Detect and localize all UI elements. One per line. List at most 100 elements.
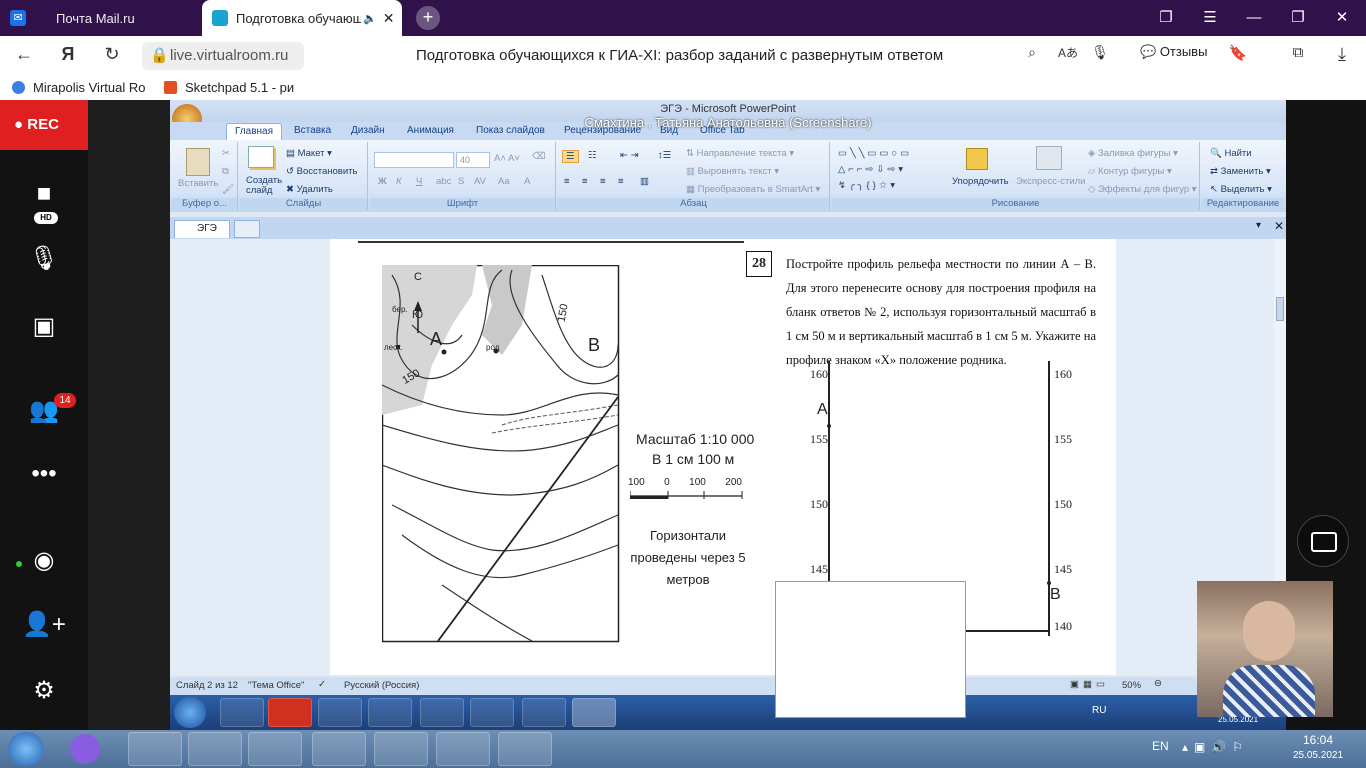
yandex-icon[interactable]: Я bbox=[56, 44, 80, 65]
font-size-combo[interactable]: 40 bbox=[456, 152, 490, 168]
underline-icon[interactable]: Ч bbox=[416, 176, 422, 187]
shape-outline-button[interactable]: ▱ Контур фигуры ▾ bbox=[1088, 166, 1172, 177]
shadow-icon[interactable]: S bbox=[458, 176, 464, 187]
columns-icon[interactable]: ▥ bbox=[640, 176, 649, 187]
word-icon[interactable] bbox=[522, 698, 566, 727]
italic-icon[interactable]: К bbox=[396, 176, 402, 187]
case-icon[interactable]: Aa bbox=[498, 176, 510, 187]
keyboard-language[interactable]: EN bbox=[1152, 739, 1169, 753]
minimize-button[interactable]: — bbox=[1232, 0, 1276, 36]
bookmark-sketchpad[interactable]: Sketchpad 5.1 - ри bbox=[164, 80, 294, 95]
cut-icon[interactable]: ✂ bbox=[222, 148, 230, 159]
spacing-icon[interactable]: AV bbox=[474, 176, 486, 187]
translate-icon[interactable]: ⌕ bbox=[1020, 44, 1044, 61]
reviews-button[interactable]: 💬 Отзывы bbox=[1140, 44, 1207, 60]
yandex-browser-icon[interactable] bbox=[312, 732, 366, 766]
bold-icon[interactable]: Ж bbox=[378, 176, 387, 187]
reload-icon[interactable]: ↻ bbox=[100, 44, 124, 65]
clear-format-icon[interactable]: ⌫ bbox=[532, 151, 545, 162]
font-name-combo[interactable] bbox=[374, 152, 454, 168]
firefox-icon[interactable] bbox=[420, 698, 464, 727]
ie-icon[interactable] bbox=[128, 732, 182, 766]
copy-icon[interactable]: ⧉ bbox=[222, 166, 229, 177]
font-color-icon[interactable]: A bbox=[524, 176, 530, 187]
start-button[interactable] bbox=[8, 732, 44, 766]
strike-icon[interactable]: abc bbox=[436, 176, 451, 187]
align-left-icon[interactable]: ≡ bbox=[564, 176, 570, 187]
more-icon[interactable]: ••• bbox=[22, 460, 66, 500]
new-doc-tab-button[interactable] bbox=[234, 220, 260, 238]
media-player-icon[interactable] bbox=[188, 732, 242, 766]
tab-mail[interactable]: ✉ Почта Mail.ru bbox=[0, 0, 200, 36]
settings-icon[interactable]: ⚙ bbox=[22, 676, 66, 716]
alice-icon[interactable] bbox=[70, 734, 100, 764]
shapes-gallery-row3[interactable]: ↯╭╮{}☆▾ bbox=[838, 180, 898, 191]
grow-font-icon[interactable]: A˄ A˅ bbox=[494, 153, 520, 164]
download-icon[interactable]: ⤓ bbox=[1330, 44, 1354, 65]
captions-button[interactable] bbox=[1297, 515, 1349, 567]
close-window-button[interactable]: ✕ bbox=[1320, 0, 1364, 36]
word-icon[interactable] bbox=[498, 732, 552, 766]
yandex-icon[interactable] bbox=[436, 732, 490, 766]
delete-slide-button[interactable]: ✖ Удалить bbox=[286, 184, 333, 195]
invite-icon[interactable]: 👤+ bbox=[22, 610, 66, 650]
align-right-icon[interactable]: ≡ bbox=[600, 176, 606, 187]
reset-button[interactable]: ↺ Восстановить bbox=[286, 166, 357, 177]
microphone-icon[interactable]: 🎙 bbox=[22, 244, 66, 284]
shapes-gallery-row2[interactable]: △⌐⌐⇨⇩⇨▾ bbox=[838, 164, 906, 175]
tab-list-icon[interactable]: ▾ bbox=[1256, 220, 1261, 231]
chrome-icon[interactable] bbox=[470, 698, 514, 727]
smartart-button[interactable]: ▦ Преобразовать в SmartArt ▾ bbox=[686, 184, 820, 195]
layout-button[interactable]: ▤ Макет ▾ bbox=[286, 148, 332, 159]
tray-icons[interactable]: ▴▣🔊⚐ bbox=[1182, 740, 1249, 754]
align-center-icon[interactable]: ≡ bbox=[582, 176, 588, 187]
speaker-icon[interactable]: 🔈 bbox=[363, 12, 377, 25]
record-icon[interactable]: ◉ bbox=[22, 546, 66, 586]
justify-icon[interactable]: ≡ bbox=[618, 176, 624, 187]
numbering-icon[interactable]: ☷ bbox=[588, 150, 597, 161]
explorer-icon[interactable] bbox=[318, 698, 362, 727]
extensions-icon[interactable]: ⧉ bbox=[1286, 44, 1310, 61]
select-button[interactable]: ↖ Выделить ▾ bbox=[1210, 184, 1272, 195]
close-tab-icon[interactable]: ✕ bbox=[383, 10, 395, 27]
back-icon[interactable]: ← bbox=[12, 44, 36, 65]
tab-virtualroom[interactable]: Подготовка обучающ 🔈 ✕ bbox=[202, 0, 402, 36]
menu-icon[interactable]: ☰ bbox=[1188, 0, 1232, 36]
scroll-thumb[interactable] bbox=[1276, 297, 1284, 321]
microphone-icon[interactable]: 🎙 bbox=[1088, 44, 1112, 61]
close-tabs-icon[interactable]: ✕ bbox=[1274, 219, 1284, 233]
media-player-icon[interactable] bbox=[368, 698, 412, 727]
find-button[interactable]: 🔍 Найти bbox=[1210, 148, 1252, 159]
new-slide-button[interactable]: Создать слайд bbox=[246, 176, 282, 196]
line-spacing-icon[interactable]: ↕☰ bbox=[658, 150, 671, 161]
powerpoint-icon[interactable] bbox=[572, 698, 616, 727]
new-tab-button[interactable]: + bbox=[416, 6, 440, 30]
explorer-icon[interactable] bbox=[248, 732, 302, 766]
shape-effects-button[interactable]: ◇ Эффекты для фигур ▾ bbox=[1088, 184, 1197, 195]
arrange-button[interactable]: Упорядочить bbox=[952, 176, 1009, 187]
url-field[interactable]: 🔒 live.virtualroom.ru bbox=[142, 42, 304, 70]
reader-icon[interactable]: Aあ bbox=[1056, 44, 1080, 61]
shape-fill-button[interactable]: ◈ Заливка фигуры ▾ bbox=[1088, 148, 1178, 159]
ie-icon[interactable] bbox=[220, 698, 264, 727]
spellcheck-icon[interactable]: ✓ bbox=[318, 679, 326, 690]
system-clock[interactable]: 16:04 25.05.2021 bbox=[1290, 733, 1346, 763]
start-orb[interactable] bbox=[174, 697, 206, 728]
paste-button[interactable]: Вставить bbox=[178, 178, 218, 189]
restore-button[interactable]: ❐ bbox=[1276, 0, 1320, 36]
opera-icon[interactable] bbox=[268, 698, 312, 727]
align-text-button[interactable]: ▥ Выровнять текст ▾ bbox=[686, 166, 779, 177]
replace-button[interactable]: ⇄ Заменить ▾ bbox=[1210, 166, 1271, 177]
format-painter-icon[interactable]: 🖌 bbox=[222, 184, 234, 195]
bullets-icon[interactable]: ☰ bbox=[562, 150, 579, 163]
collections-icon[interactable]: ❐ bbox=[1144, 0, 1188, 36]
shapes-gallery[interactable]: ▭╲╲▭▭○▭ bbox=[838, 148, 912, 159]
quick-styles-button[interactable]: Экспресс-стили bbox=[1016, 176, 1085, 187]
screenshare-icon[interactable]: ▣ bbox=[22, 312, 66, 352]
bookmark-mirapolis[interactable]: Mirapolis Virtual Ro bbox=[12, 80, 145, 95]
indent-icon[interactable]: ⇤ ⇥ bbox=[620, 150, 639, 161]
document-tab-ege[interactable]: ЭГЭ ✕ bbox=[174, 220, 230, 250]
text-direction-button[interactable]: ⇅ Направление текста ▾ bbox=[686, 148, 794, 159]
language-status[interactable]: Русский (Россия) bbox=[344, 680, 419, 691]
bookmark-icon[interactable]: 🔖 bbox=[1226, 44, 1250, 62]
